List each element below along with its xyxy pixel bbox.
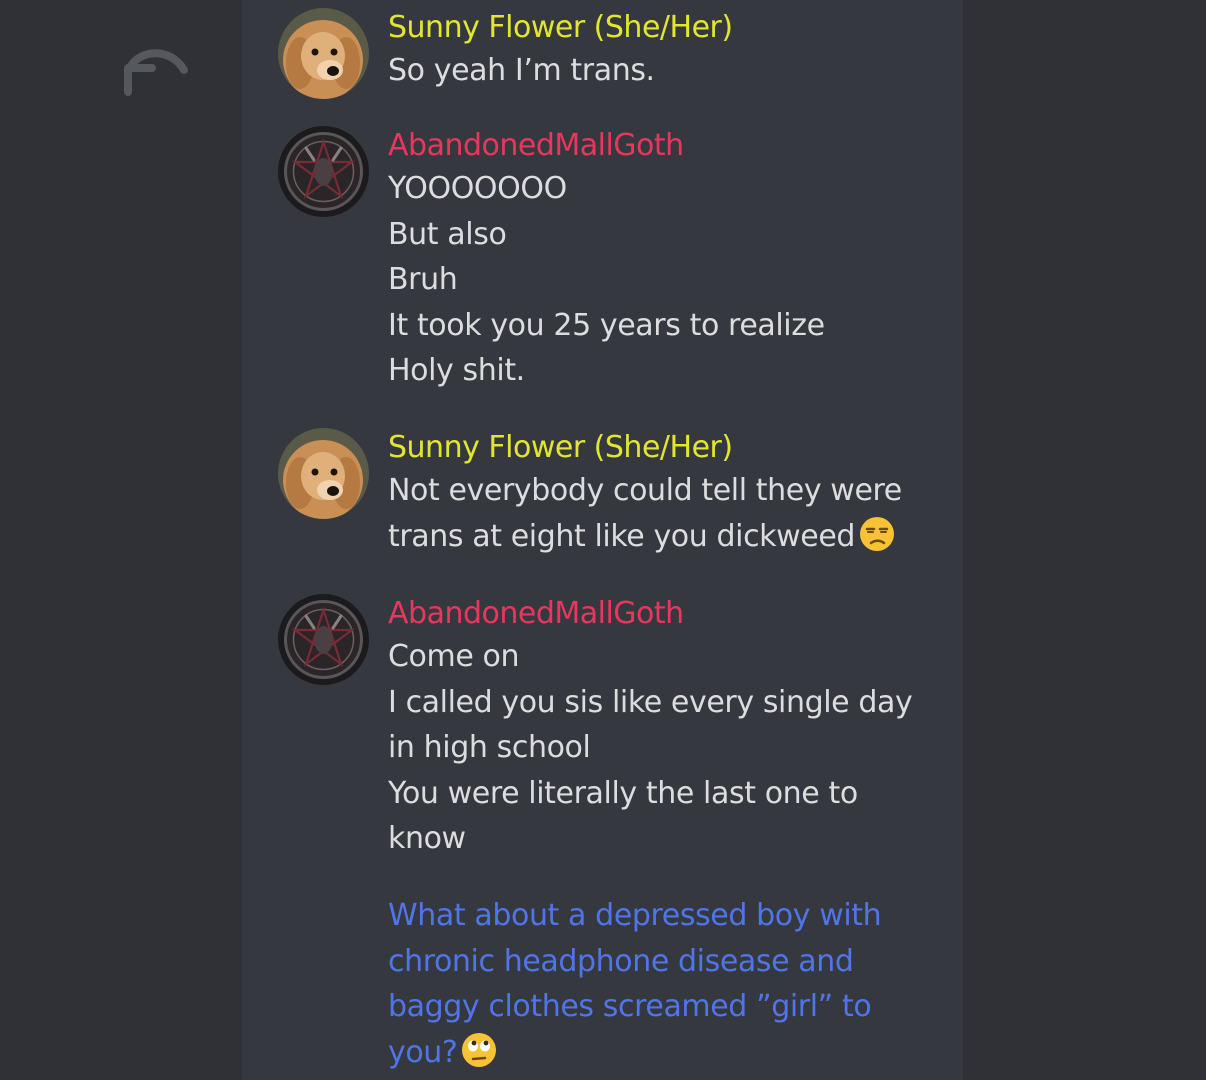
eye-roll-face-emoji-icon bbox=[462, 1032, 497, 1067]
pentagram-goat-avatar-icon bbox=[278, 594, 369, 685]
author-name[interactable]: AbandonedMallGoth bbox=[388, 126, 928, 166]
message-line: Holy shit. bbox=[388, 353, 525, 389]
author-name[interactable]: Sunny Flower (She/Her) bbox=[388, 428, 928, 468]
message-line: You were literally the last one to bbox=[388, 775, 858, 811]
golden-puppy-avatar-icon bbox=[278, 8, 369, 99]
message-line: I called you sis like every single day bbox=[388, 684, 913, 720]
undo-arrow-icon[interactable] bbox=[108, 38, 192, 102]
message-line: Bruh bbox=[388, 262, 458, 298]
message-line: But also bbox=[388, 216, 507, 252]
message-line: trans at eight like you dickweed bbox=[388, 514, 928, 560]
message-content: AbandonedMallGoth YOOOOOOO But also Bruh… bbox=[388, 126, 928, 394]
unamused-face-emoji-icon bbox=[860, 516, 895, 551]
chat-panel: Sunny Flower (She/Her) So yeah I’m trans… bbox=[242, 0, 963, 1080]
message-line: chronic headphone disease and bbox=[388, 943, 854, 979]
pentagram-goat-avatar-icon bbox=[278, 126, 369, 217]
avatar[interactable] bbox=[278, 8, 369, 99]
message-content: What about a depressed boy with chronic … bbox=[388, 893, 928, 1075]
message-line: So yeah I’m trans. bbox=[388, 53, 655, 88]
message-line-text: trans at eight like you dickweed bbox=[388, 518, 856, 554]
author-name[interactable]: AbandonedMallGoth bbox=[388, 594, 928, 634]
message-content: Sunny Flower (She/Her) Not everybody cou… bbox=[388, 428, 928, 559]
message-line-text: you? bbox=[388, 1034, 458, 1070]
golden-puppy-avatar-icon bbox=[278, 428, 369, 519]
message-line: you? bbox=[388, 1030, 928, 1076]
message-line: know bbox=[388, 821, 466, 857]
avatar[interactable] bbox=[278, 126, 369, 217]
message-line: Not everybody could tell they were bbox=[388, 473, 902, 508]
message-line: baggy clothes screamed ”girl” to bbox=[388, 989, 872, 1025]
avatar[interactable] bbox=[278, 594, 369, 685]
message-content: Sunny Flower (She/Her) So yeah I’m trans… bbox=[388, 8, 928, 94]
message-content: AbandonedMallGoth Come on I called you s… bbox=[388, 594, 928, 862]
message-line: YOOOOOOO bbox=[388, 171, 567, 206]
message-line: It took you 25 years to realize bbox=[388, 307, 825, 343]
author-name[interactable]: Sunny Flower (She/Her) bbox=[388, 8, 928, 48]
avatar[interactable] bbox=[278, 428, 369, 519]
message-line: What about a depressed boy with bbox=[388, 898, 882, 933]
message-line: in high school bbox=[388, 730, 591, 766]
message-line: Come on bbox=[388, 639, 520, 674]
